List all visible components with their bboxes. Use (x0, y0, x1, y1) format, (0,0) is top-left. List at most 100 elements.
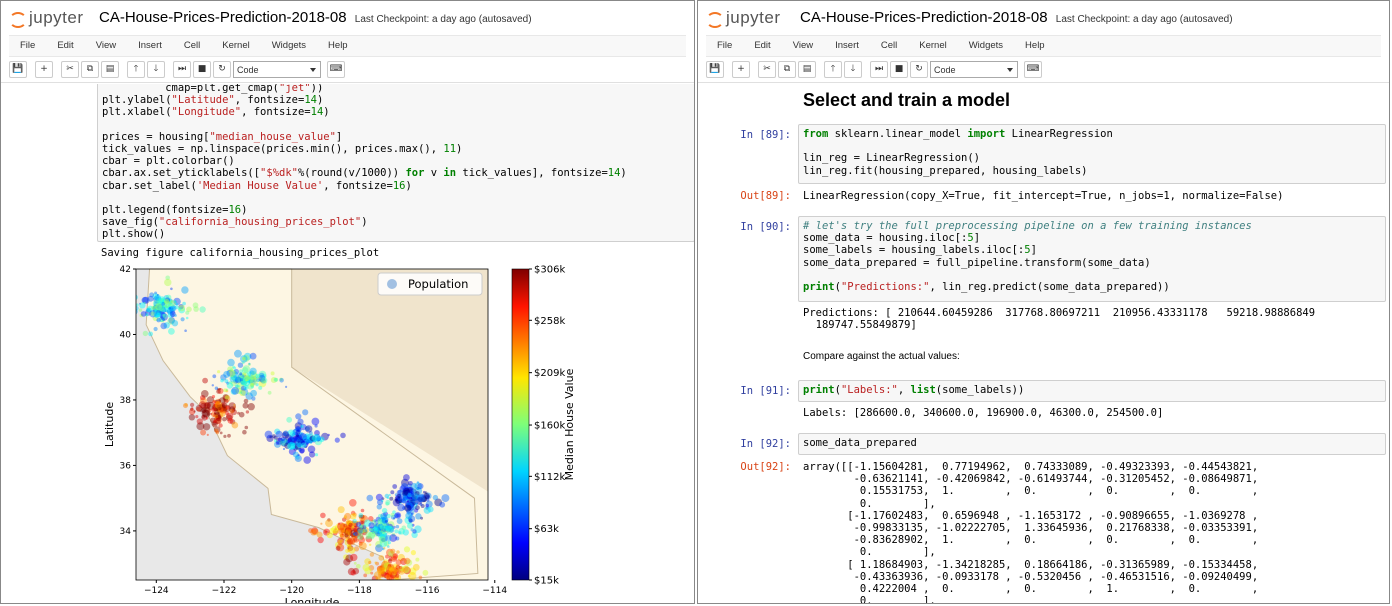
code-cell-input[interactable]: from sklearn.linear_model import LinearR… (798, 124, 1386, 184)
data-point (383, 586, 391, 594)
move-down-icon[interactable]: 🡓 (147, 60, 165, 78)
menu-cell[interactable]: Cell (173, 36, 211, 56)
data-point (285, 385, 288, 388)
data-point (153, 326, 158, 332)
move-down-icon[interactable]: 🡓 (844, 60, 862, 78)
jupyter-logo[interactable]: jupyter (9, 7, 84, 29)
menu-insert[interactable]: Insert (824, 36, 870, 56)
restart-icon[interactable]: ↻ (213, 60, 231, 78)
code-editor[interactable]: # let's try the full preprocessing pipel… (799, 217, 1385, 296)
menu-insert[interactable]: Insert (127, 36, 173, 56)
menu-file[interactable]: File (9, 36, 46, 56)
data-point (378, 536, 386, 543)
cell-type-select[interactable]: Code (930, 60, 1018, 78)
menu-widgets[interactable]: Widgets (261, 36, 317, 56)
data-point (244, 425, 249, 430)
x-axis-label: Longitude (285, 596, 340, 603)
move-up-icon[interactable]: 🡑 (824, 60, 842, 78)
data-point (310, 529, 317, 536)
keyboard-icon[interactable]: ⌨ (1024, 60, 1042, 78)
cut-icon[interactable]: ✂ (61, 60, 79, 78)
input-prompt: In [90]: (740, 221, 791, 233)
menu-help[interactable]: Help (1014, 36, 1056, 56)
stop-icon[interactable]: ■ (890, 60, 908, 78)
data-point (217, 370, 221, 374)
stop-icon[interactable]: ■ (193, 60, 211, 78)
menu-kernel[interactable]: Kernel (211, 36, 260, 56)
menu-kernel[interactable]: Kernel (908, 36, 957, 56)
code-cell-input[interactable]: cmap=plt.get_cmap("jet")) plt.ylabel("La… (97, 84, 694, 242)
notebook-title[interactable]: CA-House-Prices-Prediction-2018-08 Last … (99, 9, 532, 26)
jupyter-logo[interactable]: jupyter (706, 7, 781, 29)
data-point (358, 513, 364, 518)
data-point (388, 566, 394, 572)
code-editor[interactable]: cmap=plt.get_cmap("jet")) plt.ylabel("La… (98, 84, 694, 244)
data-point (154, 291, 158, 295)
code-cell-input[interactable]: # let's try the full preprocessing pipel… (798, 216, 1386, 302)
keyboard-icon[interactable]: ⌨ (327, 60, 345, 78)
cell-type-select[interactable]: Code (233, 60, 321, 78)
data-point (249, 367, 257, 375)
run-icon[interactable]: ⏭ (173, 60, 191, 78)
menu-cell[interactable]: Cell (870, 36, 908, 56)
menu-help[interactable]: Help (317, 36, 359, 56)
data-point (270, 371, 275, 376)
menu-widgets[interactable]: Widgets (958, 36, 1014, 56)
copy-icon[interactable]: ⧉ (81, 60, 99, 78)
data-point (389, 526, 393, 529)
add-cell-icon[interactable]: + (35, 60, 53, 78)
markdown-text: Compare against the actual values: (803, 351, 960, 362)
output-area: array([[-1.15604281, 0.77194962, 0.74333… (803, 461, 1258, 603)
save-icon[interactable]: 💾 (9, 60, 27, 78)
run-icon[interactable]: ⏭ (870, 60, 888, 78)
data-point (245, 410, 250, 414)
data-point (359, 525, 364, 529)
data-point (397, 566, 406, 575)
notebook-name[interactable]: CA-House-Prices-Prediction-2018-08 (800, 9, 1048, 26)
data-point (417, 483, 424, 490)
data-point (377, 499, 383, 506)
data-point (212, 400, 216, 404)
data-point (184, 329, 187, 332)
data-point (168, 328, 175, 335)
paste-icon[interactable]: ▤ (101, 60, 119, 78)
paste-icon[interactable]: ▤ (798, 60, 816, 78)
data-point (422, 569, 429, 576)
data-point (352, 532, 355, 536)
data-point (384, 520, 388, 523)
data-point (394, 512, 402, 519)
move-up-icon[interactable]: 🡑 (127, 60, 145, 78)
notebook-title[interactable]: CA-House-Prices-Prediction-2018-08 Last … (800, 9, 1233, 26)
data-point (365, 531, 372, 538)
cut-icon[interactable]: ✂ (758, 60, 776, 78)
menu-file[interactable]: File (706, 36, 743, 56)
menu-view[interactable]: View (85, 36, 127, 56)
data-point (136, 294, 138, 300)
colorbar-tick-label: $160k (534, 421, 565, 432)
colorbar-label: Median House Value (563, 368, 576, 480)
code-cell-input[interactable]: some_data_prepared (798, 433, 1386, 455)
data-point (216, 389, 221, 394)
data-point (220, 378, 224, 383)
data-point (357, 533, 364, 540)
save-icon[interactable]: 💾 (706, 60, 724, 78)
colorbar-tick-label: $63k (534, 524, 559, 535)
data-point (224, 395, 230, 400)
data-point (145, 308, 150, 313)
menu-edit[interactable]: Edit (743, 36, 781, 56)
code-editor[interactable]: from sklearn.linear_model import LinearR… (799, 125, 1385, 180)
data-point (343, 558, 351, 566)
copy-icon[interactable]: ⧉ (778, 60, 796, 78)
menu-edit[interactable]: Edit (46, 36, 84, 56)
add-cell-icon[interactable]: + (732, 60, 750, 78)
restart-icon[interactable]: ↻ (910, 60, 928, 78)
data-point (168, 307, 172, 310)
code-cell-input[interactable]: print("Labels:", list(some_labels)) (798, 380, 1386, 402)
menu-view[interactable]: View (782, 36, 824, 56)
notebook-name[interactable]: CA-House-Prices-Prediction-2018-08 (99, 9, 347, 26)
data-point (344, 512, 352, 521)
data-point (148, 331, 153, 337)
data-point (273, 377, 278, 382)
code-editor[interactable]: print("Labels:", list(some_labels)) (799, 381, 1385, 399)
code-editor[interactable]: some_data_prepared (799, 434, 1385, 452)
